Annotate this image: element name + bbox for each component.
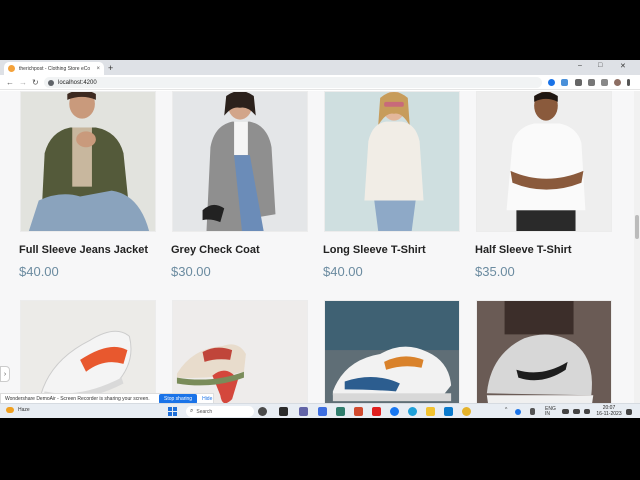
language-indicator[interactable]: ENG IN xyxy=(545,407,556,417)
screen: therichpost - Clothing Store eCo × + – □… xyxy=(0,60,640,418)
product-card[interactable] xyxy=(20,300,156,403)
search-placeholder: Search xyxy=(196,408,213,415)
sharing-message: Wondershare DemoAir - Screen Recorder is… xyxy=(5,396,150,402)
product-card[interactable] xyxy=(476,300,612,403)
product-price: $30.00 xyxy=(171,264,211,279)
sidebar-icon[interactable] xyxy=(601,79,608,86)
weather-widget[interactable]: Haze xyxy=(6,407,30,413)
chrome-icon[interactable] xyxy=(462,407,471,416)
hide-link[interactable]: Hide xyxy=(202,396,212,402)
new-tab-button[interactable]: + xyxy=(108,63,113,73)
clock[interactable]: 20:07 16-11-2023 xyxy=(594,405,624,417)
product-image xyxy=(477,301,611,403)
shield-extension-icon[interactable] xyxy=(561,79,568,86)
close-window-icon[interactable]: ✕ xyxy=(620,62,626,70)
app-icon[interactable] xyxy=(318,407,327,416)
product-card[interactable] xyxy=(172,91,308,232)
scrollbar-thumb[interactable] xyxy=(635,215,639,239)
taskbar-search[interactable]: ⌕ Search xyxy=(186,406,254,417)
tab-strip: therichpost - Clothing Store eCo × + – □… xyxy=(0,60,640,75)
date: 16-11-2023 xyxy=(596,411,622,417)
app-icon[interactable] xyxy=(336,407,345,416)
product-image xyxy=(21,301,155,403)
microphone-icon[interactable] xyxy=(530,408,535,415)
file-explorer-icon[interactable] xyxy=(426,407,435,416)
teams-icon[interactable] xyxy=(299,407,308,416)
product-card[interactable] xyxy=(172,300,308,403)
product-card[interactable] xyxy=(20,91,156,232)
vscode-icon[interactable] xyxy=(444,407,453,416)
product-name[interactable]: Full Sleeve Jeans Jacket xyxy=(19,244,148,256)
browser-tab[interactable]: therichpost - Clothing Store eCo × xyxy=(4,62,104,75)
google-lens-icon[interactable] xyxy=(548,79,555,86)
windows-taskbar: Haze ⌕ Search ^ ENG IN 20:07 16-11-2023 xyxy=(0,403,640,418)
forward-button[interactable]: → xyxy=(19,78,27,87)
product-image xyxy=(21,91,155,231)
weather-text: Haze xyxy=(18,407,30,413)
profile-avatar[interactable] xyxy=(614,79,621,86)
edge-icon[interactable] xyxy=(408,407,417,416)
product-price: $40.00 xyxy=(19,264,59,279)
task-view-icon[interactable] xyxy=(279,407,288,416)
favicon-icon xyxy=(8,65,15,72)
tray-overflow-icon[interactable]: ^ xyxy=(505,407,507,413)
product-card[interactable] xyxy=(476,91,612,232)
wifi-icon[interactable] xyxy=(562,409,569,414)
product-name[interactable]: Grey Check Coat xyxy=(171,244,260,256)
close-tab-icon[interactable]: × xyxy=(96,66,100,72)
url-text: localhost:4200 xyxy=(58,79,97,86)
mountain-app-icon[interactable] xyxy=(258,407,267,416)
product-price: $35.00 xyxy=(475,264,515,279)
tray-app-icon[interactable] xyxy=(515,409,521,415)
battery-icon[interactable] xyxy=(584,409,590,414)
product-image xyxy=(477,91,611,231)
download-icon[interactable] xyxy=(588,79,595,86)
maximize-icon[interactable]: □ xyxy=(598,62,602,69)
search-icon: ⌕ xyxy=(190,408,194,414)
product-name[interactable]: Half Sleeve T-Shirt xyxy=(475,244,572,256)
product-image xyxy=(173,301,307,403)
product-image xyxy=(325,301,459,403)
minimize-icon[interactable]: – xyxy=(578,62,582,69)
product-image xyxy=(325,91,459,231)
product-price: $40.00 xyxy=(323,264,363,279)
reload-button[interactable]: ↻ xyxy=(32,78,39,87)
volume-icon[interactable] xyxy=(573,409,580,414)
notification-icon[interactable] xyxy=(626,409,632,415)
product-card[interactable] xyxy=(324,300,460,403)
address-bar[interactable]: localhost:4200 xyxy=(44,77,542,88)
page-scrollbar[interactable] xyxy=(634,91,640,403)
tab-title: therichpost - Clothing Store eCo xyxy=(19,65,91,72)
site-info-icon[interactable] xyxy=(48,79,54,86)
weather-icon xyxy=(6,407,14,413)
extensions-icon[interactable] xyxy=(575,79,582,86)
menu-icon[interactable] xyxy=(627,79,630,86)
product-page: Full Sleeve Jeans Jacket $40.00 Grey Che… xyxy=(0,91,640,403)
app-icon[interactable] xyxy=(354,407,363,416)
product-name[interactable]: Long Sleeve T-Shirt xyxy=(323,244,426,256)
back-button[interactable]: ← xyxy=(6,78,14,87)
product-card[interactable] xyxy=(324,91,460,232)
region-code: IN xyxy=(545,411,550,417)
youtube-icon[interactable] xyxy=(372,407,381,416)
browser-toolbar: ← → ↻ localhost:4200 xyxy=(0,75,640,90)
start-button[interactable] xyxy=(168,407,177,416)
product-image xyxy=(173,91,307,231)
side-panel-toggle[interactable]: › xyxy=(0,366,10,382)
facebook-icon[interactable] xyxy=(390,407,399,416)
